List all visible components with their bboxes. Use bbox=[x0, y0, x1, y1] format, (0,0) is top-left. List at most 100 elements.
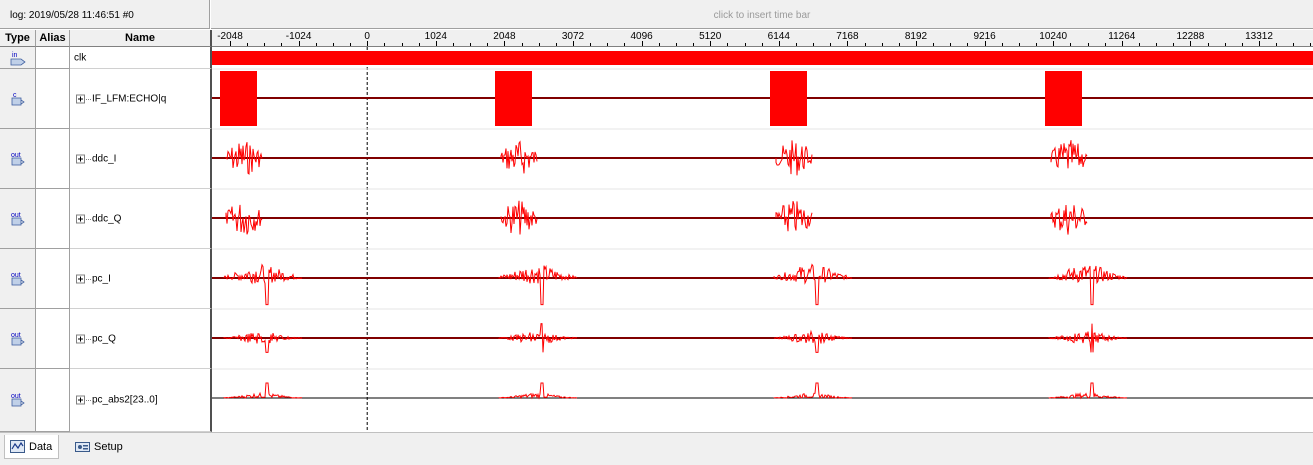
ruler-tick-mark bbox=[761, 43, 763, 46]
signal-alias-cell[interactable] bbox=[36, 47, 70, 69]
ruler-tick-mark bbox=[1224, 43, 1226, 46]
pc-q-burst bbox=[223, 332, 303, 353]
expand-icon[interactable] bbox=[76, 94, 85, 103]
column-header-alias[interactable]: Alias bbox=[36, 30, 70, 47]
ruler-tick-mark bbox=[1276, 43, 1278, 46]
signal-row[interactable]: out pc_abs2[23..0] bbox=[0, 369, 212, 432]
expand-icon[interactable] bbox=[76, 334, 85, 343]
time-ruler[interactable]: -2048 -1024 0 1024 2048 3072 4096 5120 6144 7168 8… bbox=[212, 30, 1313, 47]
ruler-tick-mark bbox=[641, 41, 643, 46]
ruler-tick-mark bbox=[933, 43, 935, 46]
ruler-tick-mark bbox=[247, 43, 249, 46]
ruler-tick-mark bbox=[795, 43, 797, 46]
ruler-tick-mark bbox=[332, 43, 334, 46]
ddc-i-burst bbox=[225, 142, 263, 175]
signal-name: clk bbox=[74, 52, 87, 63]
ruler-tick-mark bbox=[1310, 43, 1312, 46]
ruler-tick-mark bbox=[778, 41, 780, 46]
ruler-tick-mark bbox=[1070, 43, 1072, 46]
tree-connector bbox=[86, 158, 91, 160]
pc-abs2-burst bbox=[498, 382, 578, 400]
ruler-tick-mark bbox=[555, 43, 557, 46]
signal-name-cell[interactable]: ddc_Q bbox=[70, 189, 212, 249]
signal-alias-cell[interactable] bbox=[36, 309, 70, 369]
ruler-tick-mark bbox=[435, 41, 437, 46]
signal-name-cell[interactable]: pc_Q bbox=[70, 309, 212, 369]
tree-connector bbox=[86, 400, 91, 401]
tree-connector bbox=[86, 218, 91, 220]
ddc-q-burst bbox=[225, 204, 263, 235]
ruler-tick-mark bbox=[298, 41, 300, 46]
ruler-tick-mark bbox=[1087, 43, 1089, 46]
ruler-tick-mark bbox=[984, 41, 986, 46]
ruler-tick-mark bbox=[367, 41, 369, 46]
clk-waveform bbox=[212, 51, 1313, 65]
ruler-tick-mark bbox=[281, 43, 283, 46]
ruler-tick-mark bbox=[315, 43, 317, 46]
ruler-tick-mark bbox=[418, 43, 420, 46]
signal-name: IF_LFM:ECHO|q bbox=[92, 93, 167, 104]
pc-i-burst bbox=[1048, 265, 1128, 306]
ruler-tick-mark bbox=[487, 43, 489, 46]
signal-alias-cell[interactable] bbox=[36, 249, 70, 309]
signal-name-cell[interactable]: pc_I bbox=[70, 249, 212, 309]
ruler-tick-mark bbox=[658, 43, 660, 46]
signal-alias-cell[interactable] bbox=[36, 189, 70, 249]
tab-data[interactable]: Data bbox=[4, 435, 60, 459]
signal-row[interactable]: c IF_LFM:ECHO|q bbox=[0, 69, 212, 129]
ruler-tick-mark bbox=[1121, 41, 1123, 46]
pc-i-burst bbox=[773, 263, 853, 306]
tree-connector bbox=[86, 278, 91, 280]
signal-name-cell[interactable]: ddc_I bbox=[70, 129, 212, 189]
signal-row[interactable]: out ddc_Q bbox=[0, 189, 212, 249]
tab-setup-label: Setup bbox=[94, 441, 123, 453]
combinational-node-icon: c bbox=[11, 92, 25, 105]
waveform-area[interactable] bbox=[212, 47, 1313, 432]
signal-name-cell[interactable]: IF_LFM:ECHO|q bbox=[70, 69, 212, 129]
signal-row[interactable]: out ddc_I bbox=[0, 129, 212, 189]
ddc-q-burst bbox=[775, 201, 813, 232]
output-pin-icon: out bbox=[11, 332, 25, 345]
ruler-tick-mark bbox=[504, 41, 506, 46]
ruler-tick-mark bbox=[1207, 43, 1209, 46]
signal-row[interactable]: out pc_Q bbox=[0, 309, 212, 369]
tree-connector bbox=[86, 98, 91, 100]
expand-icon[interactable] bbox=[76, 154, 85, 163]
ruler-tick-mark bbox=[1190, 41, 1192, 46]
signal-row[interactable]: out pc_I bbox=[0, 249, 212, 309]
signal-alias-cell[interactable] bbox=[36, 369, 70, 432]
pc-abs2-burst bbox=[773, 382, 853, 400]
ruler-tick-mark bbox=[710, 41, 712, 46]
ruler-tick-mark bbox=[1053, 41, 1055, 46]
expand-icon[interactable] bbox=[76, 214, 85, 223]
ruler-tick-mark bbox=[967, 43, 969, 46]
svg-text:in: in bbox=[12, 52, 18, 59]
expand-icon[interactable] bbox=[76, 395, 85, 405]
time-bar-insert-area[interactable]: click to insert time bar bbox=[211, 0, 1313, 29]
output-pin-icon: out bbox=[11, 212, 25, 225]
signal-name-cell[interactable]: pc_abs2[23..0] bbox=[70, 369, 212, 432]
data-view-icon bbox=[10, 440, 25, 453]
signal-type-cell: out bbox=[0, 309, 36, 369]
column-header-type[interactable]: Type bbox=[0, 30, 36, 47]
tab-setup[interactable]: Setup bbox=[70, 435, 129, 459]
signal-type-cell: out bbox=[0, 249, 36, 309]
setup-view-icon bbox=[75, 442, 90, 452]
ruler-tick-mark bbox=[1173, 43, 1175, 46]
signal-alias-cell[interactable] bbox=[36, 129, 70, 189]
ruler-tick-mark bbox=[693, 43, 695, 46]
signal-alias-cell[interactable] bbox=[36, 69, 70, 129]
ruler-tick-mark bbox=[675, 43, 677, 46]
expand-icon[interactable] bbox=[76, 274, 85, 283]
signal-name: pc_abs2[23..0] bbox=[92, 394, 158, 406]
ruler-tick-mark bbox=[521, 43, 523, 46]
signal-name-cell[interactable]: clk bbox=[70, 47, 212, 69]
ruler-tick-mark bbox=[538, 43, 540, 46]
ruler-tick-mark bbox=[384, 43, 386, 46]
echo-burst bbox=[770, 71, 807, 126]
signal-row[interactable]: in clk bbox=[0, 47, 212, 69]
column-header-name[interactable]: Name bbox=[70, 30, 212, 47]
signal-type-cell: out bbox=[0, 189, 36, 249]
ruler-tick-mark bbox=[1241, 43, 1243, 46]
ruler-tick-mark bbox=[1018, 43, 1020, 46]
